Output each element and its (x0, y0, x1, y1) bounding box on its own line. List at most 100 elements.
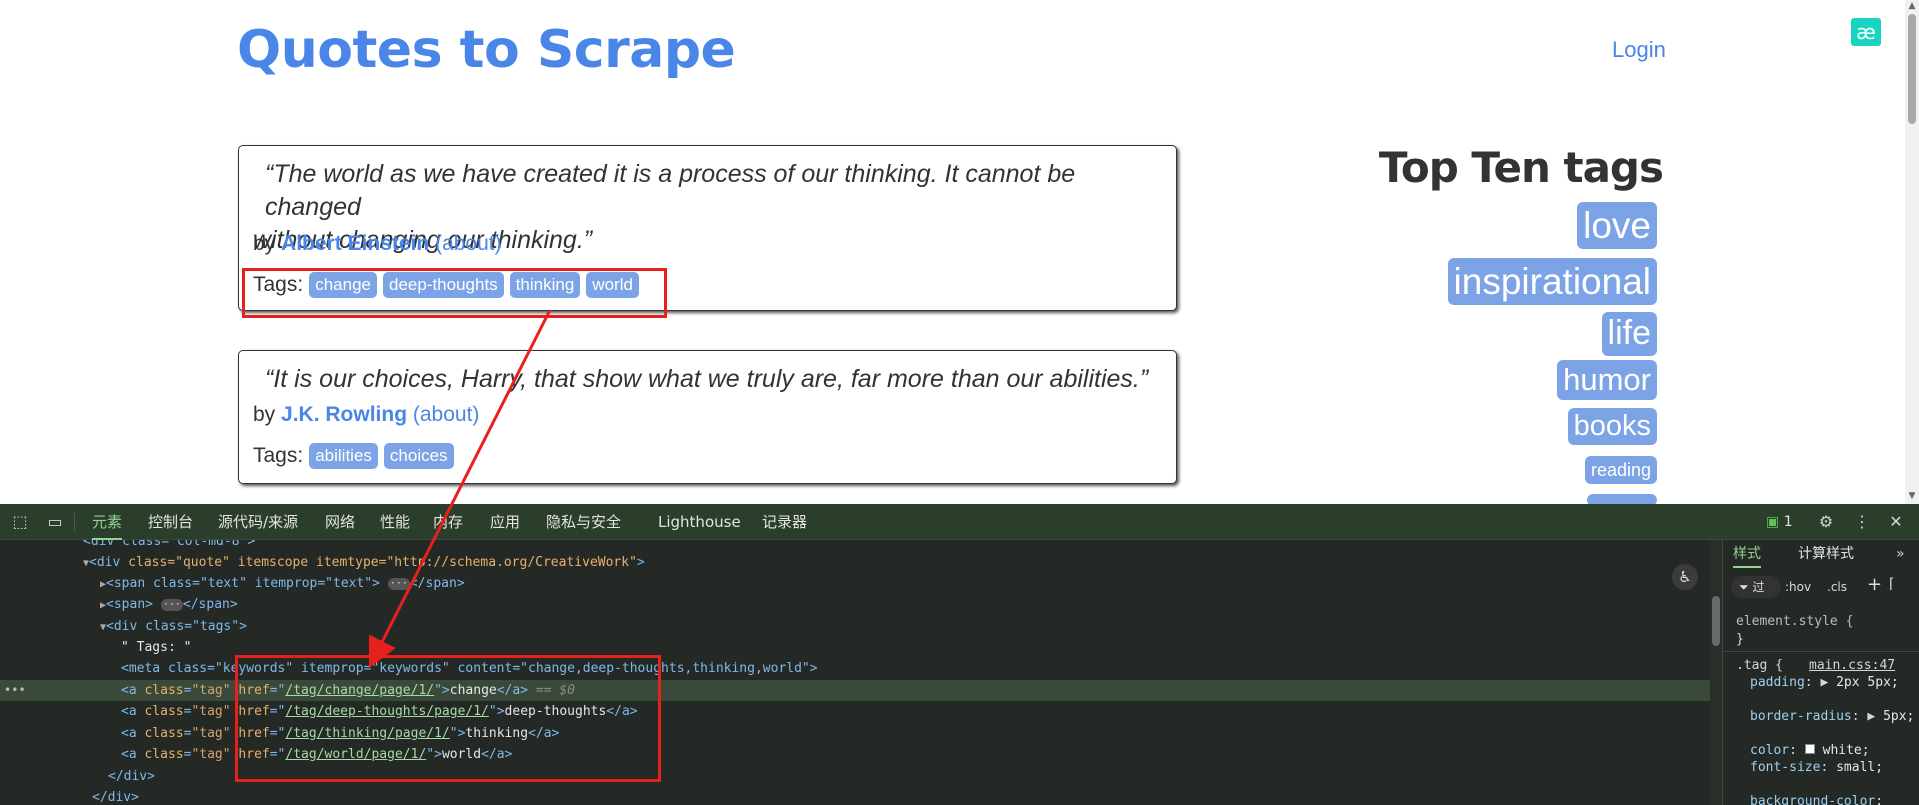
page-scrollbar-thumb[interactable] (1908, 14, 1916, 124)
css-prop-value: 2px 5px; (1836, 675, 1899, 690)
css-prop-padding[interactable]: padding: ▶ 2px 5px; (1750, 675, 1899, 690)
settings-gear-icon[interactable]: ⚙ (1815, 511, 1837, 533)
site-title[interactable]: Quotes to Scrape (237, 20, 736, 80)
dom-close-tag: </div> (92, 790, 139, 805)
tags-label: Tags: (253, 444, 304, 467)
accessibility-icon[interactable]: ♿ (1672, 564, 1698, 590)
scroll-down-icon[interactable]: ▼ (1905, 490, 1919, 502)
dom-tag: div (96, 555, 121, 570)
author-name: Albert Einstein (281, 232, 430, 255)
extension-icon[interactable]: æ (1851, 18, 1881, 46)
page-viewport: Quotes to Scrape Login æ “The world as w… (0, 0, 1919, 504)
tab-application[interactable]: 应用 (490, 504, 520, 540)
row-actions-icon[interactable]: ••• (4, 680, 26, 701)
dom-line[interactable]: " Tags: " (121, 637, 191, 658)
author-name: J.K. Rowling (281, 403, 408, 426)
hov-toggle[interactable]: :hov (1785, 576, 1811, 598)
about-link[interactable]: (about) (413, 403, 480, 426)
css-prop-name: padding (1750, 675, 1805, 690)
dom-line[interactable]: </div> (92, 787, 139, 805)
ellipsis-icon[interactable]: ··· (387, 577, 410, 590)
quote-byline: by Albert Einstein (about) (253, 232, 502, 256)
annotation-box-hrefs (235, 655, 661, 782)
top-tag-love[interactable]: love (1577, 202, 1657, 250)
filter-placeholder: 过 (1752, 580, 1765, 594)
by-label: by (253, 232, 276, 255)
new-rule-icon[interactable]: + (1867, 574, 1882, 595)
tab-elements[interactable]: 元素 (92, 504, 123, 540)
tab-recorder[interactable]: 记录器 (762, 504, 807, 540)
css-prop-background-color[interactable]: background-color: (1750, 794, 1883, 805)
devtools-toolbar: ⬚ ▭ 元素 控制台 源代码/来源 网络 性能 内存 应用 隐私与安全 Ligh… (0, 504, 1919, 540)
top-tag-reading[interactable]: reading (1584, 456, 1657, 484)
more-menu-icon[interactable]: ⋮ (1851, 511, 1873, 533)
top-tag-humor[interactable]: humor (1557, 360, 1657, 400)
tab-network[interactable]: 网络 (325, 504, 355, 540)
issues-count: 1 (1783, 514, 1793, 530)
quote-byline: by J.K. Rowling (about) (253, 403, 479, 427)
top-tag-books[interactable]: books (1567, 408, 1657, 446)
tag-link[interactable]: choices (383, 443, 454, 469)
about-link[interactable]: (about) (435, 232, 502, 255)
toggle-sidebar-icon[interactable]: ⌈ (1889, 576, 1894, 592)
more-tabs-icon[interactable]: » (1896, 540, 1905, 568)
rule-close-brace: } (1736, 632, 1744, 647)
filter-input[interactable]: ⏷ 过 (1731, 576, 1781, 598)
login-link[interactable]: Login (1612, 37, 1666, 63)
top-tags-title: Top Ten tags (1378, 143, 1664, 192)
message-icon: ▣ (1766, 514, 1780, 530)
css-prop-name: border-radius (1750, 709, 1852, 724)
top-tag-life[interactable]: life (1601, 312, 1657, 356)
dom-scrollbar[interactable] (1710, 540, 1722, 805)
top-tag-inspirational[interactable]: inspirational (1447, 258, 1657, 306)
element-style-rule[interactable]: element.style { (1736, 614, 1853, 629)
issues-counter[interactable]: ▣ 1 (1766, 504, 1793, 540)
toolbar-divider (74, 513, 75, 531)
quote-text: “It is our choices, Harry, that show wha… (253, 363, 1148, 396)
rule-selector[interactable]: .tag { (1736, 658, 1783, 673)
quote-card: “It is our choices, Harry, that show wha… (238, 350, 1177, 484)
tab-console[interactable]: 控制台 (148, 504, 193, 540)
css-prop-color[interactable]: color: white; (1750, 743, 1870, 758)
tab-sources[interactable]: 源代码/来源 (218, 504, 298, 540)
dom-line[interactable]: </div> (108, 766, 155, 787)
filter-icon: ⏷ (1739, 580, 1749, 594)
inspect-element-icon[interactable]: ⬚ (9, 511, 31, 533)
dom-node: <span> (106, 597, 153, 612)
css-prop-value: white; (1822, 743, 1870, 758)
ellipsis-icon[interactable]: ··· (160, 598, 183, 611)
dom-line[interactable]: ▶<span class="text" itemprop="text"> ···… (100, 573, 465, 594)
dom-text-node: " Tags: " (121, 640, 192, 655)
color-swatch[interactable] (1804, 744, 1815, 754)
css-prop-border-radius[interactable]: border-radius: ▶ 5px; (1750, 709, 1914, 724)
rule-source-link[interactable]: main.css:47 (1809, 658, 1895, 673)
dom-line[interactable]: ▼<div class="quote" itemscope itemtype="… (83, 552, 645, 573)
dom-line[interactable]: <div class="col-md-8"> (83, 540, 255, 552)
css-prop-name: background-color (1750, 794, 1876, 805)
tab-memory[interactable]: 内存 (433, 504, 463, 540)
dom-line[interactable]: ▶<span> ··· </span> (100, 594, 238, 615)
dom-scrollbar-thumb[interactable] (1712, 596, 1720, 646)
tab-styles[interactable]: 样式 (1733, 540, 1761, 568)
dom-line[interactable]: ▼<div class="tags"> (100, 616, 247, 637)
annotation-box-tags (242, 268, 667, 318)
css-prop-value: 5px; (1883, 709, 1915, 724)
css-prop-name: color (1750, 743, 1790, 758)
tab-lighthouse[interactable]: Lighthouse (658, 504, 741, 540)
tag-link[interactable]: abilities (309, 443, 378, 469)
dom-node: <div class="tags"> (106, 619, 247, 634)
dom-node: <span class="text" itemprop="text"> (106, 576, 380, 591)
dom-attrs: class="quote" itemscope itemtype="http:/… (128, 555, 637, 570)
close-icon[interactable]: ✕ (1885, 511, 1907, 533)
device-toggle-icon[interactable]: ▭ (44, 511, 66, 533)
tab-performance[interactable]: 性能 (380, 504, 410, 540)
css-prop-font-size[interactable]: font-size: small; (1750, 760, 1883, 775)
cls-toggle[interactable]: .cls (1827, 576, 1847, 598)
tab-computed[interactable]: 计算样式 (1798, 540, 1854, 568)
rule-divider (1723, 651, 1919, 652)
styles-pane: 样式 计算样式 » ⏷ 过 :hov .cls + ⌈ element.styl… (1722, 540, 1919, 805)
tab-privacy-security[interactable]: 隐私与安全 (546, 504, 621, 540)
scroll-up-icon[interactable]: ▲ (1905, 0, 1919, 12)
dom-node: <div class="col-md-8"> (83, 540, 256, 549)
top-tag-partial[interactable] (1587, 494, 1657, 504)
